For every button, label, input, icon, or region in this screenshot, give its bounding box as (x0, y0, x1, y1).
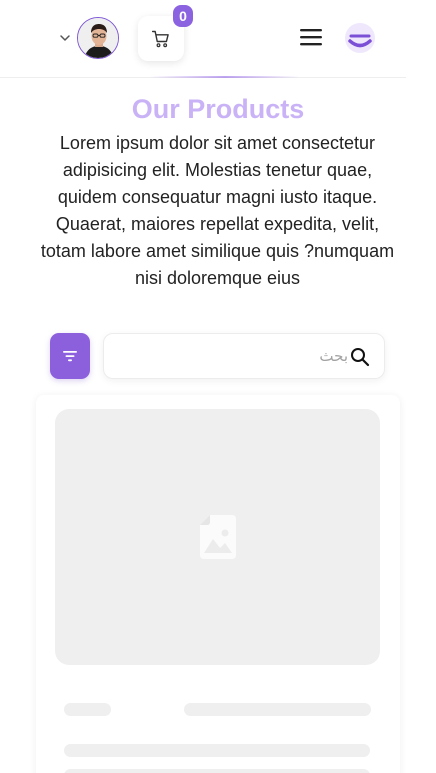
cart-count-badge: 0 (173, 5, 193, 27)
product-card-skeleton (36, 395, 400, 773)
avatar-image (78, 18, 118, 58)
page-description: Lorem ipsum dolor sit amet consectetur a… (40, 133, 395, 288)
brand-logo-icon[interactable] (343, 22, 377, 54)
image-placeholder-icon (199, 515, 236, 559)
product-image-placeholder (55, 409, 380, 665)
skeleton-line (64, 769, 370, 773)
header-accent-line (150, 76, 300, 78)
search-box (103, 333, 385, 379)
page-title: Our Products (131, 94, 305, 124)
cart-icon (151, 30, 169, 47)
filter-button[interactable] (50, 333, 90, 379)
avatar[interactable] (77, 17, 119, 59)
skeleton-line (184, 703, 371, 716)
skeleton-line (64, 744, 370, 757)
app-header: 0 (0, 0, 406, 78)
search-icon[interactable] (350, 347, 370, 367)
skeleton-line (64, 703, 111, 716)
filter-icon (63, 351, 77, 362)
search-input[interactable] (116, 334, 348, 378)
hamburger-menu-icon[interactable] (300, 27, 323, 47)
chevron-down-icon[interactable] (58, 31, 72, 45)
